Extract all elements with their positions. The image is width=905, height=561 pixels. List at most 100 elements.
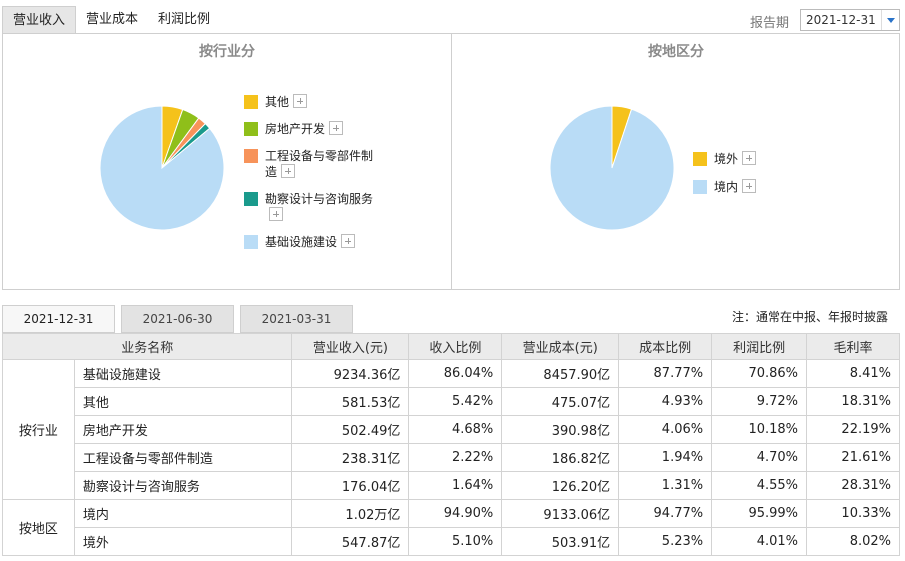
region-chart-title: 按地区分 [648, 44, 704, 60]
table-row: 按地区 境内 1.02万亿 94.90% 9133.06亿 94.77% 95.99% 10.… [2, 499, 900, 556]
plus-icon[interactable] [329, 121, 344, 135]
header-business-name: 业务名称 [1, 333, 293, 360]
plus-icon[interactable] [742, 151, 757, 165]
value-cell: 9133.06亿 [501, 499, 620, 528]
period-tab-2021-12-31[interactable]: 2021-12-31 [2, 305, 115, 333]
value-cell: 9234.36亿 [291, 359, 410, 388]
legend-swatch [244, 192, 258, 206]
industry-chart-title: 按行业分 [199, 44, 255, 60]
value-cell: 1.94% [618, 443, 713, 472]
tab-revenue[interactable]: 营业收入 [2, 6, 77, 34]
header-gross-margin: 毛利率 [806, 333, 900, 360]
legend-label: 房地产开发 [265, 121, 344, 137]
value-cell: 2.22% [408, 443, 503, 472]
industry-pie-chart [99, 105, 225, 231]
value-cell: 10.18% [711, 415, 808, 444]
legend-label-text: 基础设施建设 [265, 235, 338, 249]
value-cell: 95.99% [711, 499, 808, 528]
value-cell: 94.90% [408, 499, 503, 528]
legend-label-text: 境外 [714, 152, 739, 166]
legend-swatch [244, 95, 258, 109]
value-cell: 176.04亿 [291, 471, 410, 500]
business-composition-table: 业务名称 营业收入(元) 收入比例 营业成本(元) 成本比例 利润比例 毛利率 … [1, 333, 900, 556]
region-pie-chart [549, 105, 675, 231]
value-cell: 502.49亿 [291, 415, 410, 444]
row-group-label: 按地区 [2, 499, 75, 556]
header-cost: 营业成本(元) [501, 333, 620, 360]
value-cell: 238.31亿 [291, 443, 410, 472]
business-name-cell: 基础设施建设 [73, 359, 293, 388]
value-cell: 10.33% [806, 499, 900, 528]
plus-icon[interactable] [293, 94, 308, 108]
legend-label-text: 勘察设计与咨询服务 [265, 192, 374, 206]
legend-label: 境内 [714, 179, 757, 195]
value-cell: 4.06% [618, 415, 713, 444]
value-cell: 4.70% [711, 443, 808, 472]
value-cell: 4.68% [408, 415, 503, 444]
value-cell: 4.01% [711, 527, 808, 556]
table-row: 其他 581.53亿 5.42% 475.07亿 4.93% 9.72% 18.31% [3, 387, 900, 416]
table-row: 工程设备与零部件制造 238.31亿 2.22% 186.82亿 1.94% 4.70% 2… [3, 443, 900, 472]
header-cost-ratio: 成本比例 [618, 333, 713, 360]
report-period-select[interactable]: 2021-12-31 [800, 9, 900, 31]
tab-cost[interactable]: 营业成本 [76, 6, 148, 34]
plus-icon[interactable] [269, 207, 283, 221]
value-cell: 503.91亿 [501, 527, 620, 556]
value-cell: 28.31% [806, 471, 900, 500]
business-name-cell: 其他 [73, 387, 293, 416]
legend-swatch [693, 180, 707, 194]
tab-profit-ratio[interactable]: 利润比例 [148, 6, 220, 34]
business-name-cell: 工程设备与零部件制造 [73, 443, 293, 472]
pie-slice-1[interactable] [549, 105, 675, 231]
legend-swatch [244, 149, 258, 163]
value-cell: 4.93% [618, 387, 713, 416]
table-row: 境外 547.87亿 5.10% 503.91亿 5.23% 4.01% 8.02% [3, 527, 900, 556]
table-row: 勘察设计与咨询服务 176.04亿 1.64% 126.20亿 1.31% 4.55% 28… [3, 471, 900, 500]
value-cell: 87.77% [618, 359, 713, 388]
plus-icon[interactable] [742, 179, 757, 193]
legend-swatch [693, 152, 707, 166]
legend-swatch [244, 235, 258, 249]
value-cell: 8.41% [806, 359, 900, 388]
value-cell: 581.53亿 [291, 387, 410, 416]
header-profit-ratio: 利润比例 [711, 333, 808, 360]
table-row: 按行业 基础设施建设 9234.36亿 86.04% 8457.90亿 87.77% 70.… [2, 359, 900, 500]
header-revenue: 营业收入(元) [291, 333, 410, 360]
legend-swatch [244, 122, 258, 136]
chart-divider [451, 34, 452, 289]
table-body: 按行业 基础设施建设 9234.36亿 86.04% 8457.90亿 87.77% 70.… [2, 359, 900, 556]
report-period-value: 2021-12-31 [806, 13, 876, 27]
value-cell: 8.02% [806, 527, 900, 556]
legend-label: 勘察设计与咨询服务 [265, 191, 377, 223]
business-name-cell: 房地产开发 [73, 415, 293, 444]
plus-icon[interactable] [281, 164, 296, 178]
value-cell: 390.98亿 [501, 415, 620, 444]
legend-label: 基础设施建设 [265, 234, 356, 250]
period-tab-2021-03-31[interactable]: 2021-03-31 [240, 305, 353, 333]
legend-label: 工程设备与零部件制造 [265, 148, 377, 180]
legend-label-text: 其他 [265, 95, 290, 109]
business-name-cell: 境内 [73, 499, 293, 528]
legend-label-text: 房地产开发 [265, 122, 326, 136]
row-group-label: 按行业 [2, 359, 75, 500]
value-cell: 86.04% [408, 359, 503, 388]
value-cell: 5.23% [618, 527, 713, 556]
value-cell: 5.10% [408, 527, 503, 556]
legend-label: 境外 [714, 151, 757, 167]
plus-icon[interactable] [341, 234, 356, 248]
value-cell: 186.82亿 [501, 443, 620, 472]
value-cell: 1.02万亿 [291, 499, 410, 528]
value-cell: 22.19% [806, 415, 900, 444]
chevron-down-icon[interactable] [881, 10, 899, 30]
value-cell: 94.77% [618, 499, 713, 528]
value-cell: 70.86% [711, 359, 808, 388]
report-period-label: 报告期 [750, 16, 790, 31]
value-cell: 8457.90亿 [501, 359, 620, 388]
value-cell: 547.87亿 [291, 527, 410, 556]
value-cell: 21.61% [806, 443, 900, 472]
value-cell: 18.31% [806, 387, 900, 416]
charts-panel: 按行业分 其他房地产开发工程设备与零部件制造勘察设计与咨询服务 基础设施建设 按地… [2, 33, 900, 290]
period-tab-2021-06-30[interactable]: 2021-06-30 [121, 305, 234, 333]
value-cell: 126.20亿 [501, 471, 620, 500]
top-tabs: 营业收入 营业成本 利润比例 [2, 6, 220, 34]
